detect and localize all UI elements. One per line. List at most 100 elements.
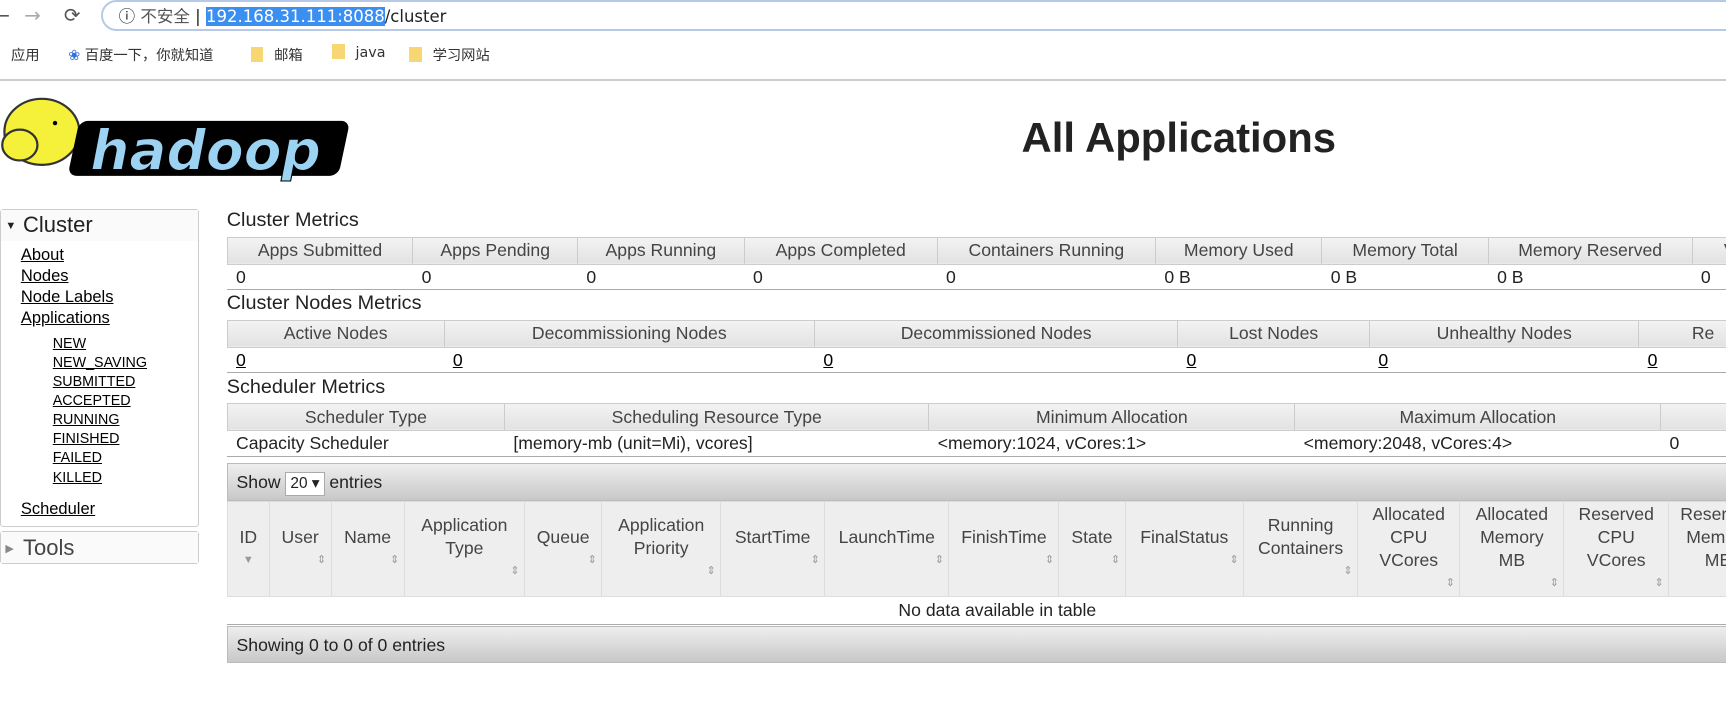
column-header: Apps Submitted [226, 236, 414, 265]
link-killed[interactable]: KILLED [1, 469, 198, 488]
sort-icon: ⇕ [1343, 565, 1353, 578]
scheduler-metrics-title: Scheduler Metrics [226, 375, 386, 398]
applications-table: ID ▼ User ⇕ Name ⇕ Application Type ⇕ Queue ⇕ Appl… [226, 500, 1726, 625]
column-header[interactable]: Allocated Memory MB ⇕ [1459, 500, 1565, 598]
column-header[interactable]: State ⇕ [1058, 500, 1126, 598]
table-length-bar: Show 20 ▾ entries [226, 463, 1726, 501]
link-new[interactable]: NEW [1, 335, 198, 354]
folder-icon [409, 46, 422, 63]
sort-icon: ⇕ [810, 553, 820, 566]
link-finished[interactable]: FINISHED [1, 430, 198, 449]
metric-value: 0 B [1488, 264, 1693, 291]
bookmark-study[interactable]: 学习网站 [409, 44, 490, 65]
column-header[interactable]: Application Priority ⇕ [601, 500, 722, 598]
column-header: Memory Total [1321, 236, 1489, 265]
metric-value: <memory:2048, vCores:4> [1294, 430, 1661, 457]
metric-value: 0 [744, 264, 938, 291]
cluster-header[interactable]: ▼ Cluster [1, 210, 199, 241]
column-header[interactable]: Reserved CPU VCores ⇕ [1563, 500, 1670, 598]
link-submitted[interactable]: SUBMITTED [1, 373, 198, 392]
column-header[interactable]: ID ▼ [226, 500, 270, 598]
metric-value: [memory-mb (unit=Mi), vcores] [504, 430, 929, 457]
link-scheduler[interactable]: Scheduler [1, 499, 198, 520]
metric-value[interactable]: 0 [227, 347, 445, 374]
link-new-saving[interactable]: NEW_SAVING [1, 354, 198, 373]
metric-value: 0 B [1155, 264, 1322, 291]
column-header[interactable]: LaunchTime ⇕ [824, 500, 950, 598]
paw-icon: ❀ [68, 48, 85, 65]
column-header: Containers Running [936, 236, 1157, 265]
sort-icon: ⇕ [1674, 572, 1726, 595]
column-header: Re [1638, 319, 1726, 349]
sort-icon: ⇕ [934, 553, 944, 566]
column-header: Unhealthy Nodes [1369, 319, 1640, 349]
bookmark-java[interactable]: java [332, 44, 386, 61]
link-node-labels[interactable]: Node Labels [1, 287, 198, 308]
column-header[interactable]: Running Containers ⇕ [1243, 500, 1359, 598]
link-about[interactable]: About [1, 245, 198, 266]
link-applications[interactable]: Applications [1, 308, 198, 329]
column-header[interactable]: Allocated CPU VCores ⇕ [1357, 500, 1461, 598]
browser-chrome: ← → ⟳ ⓘ 不安全 | 192.168.31.111:8088/cluste… [0, 0, 1726, 82]
scheduler-metrics-table: Scheduler Type Scheduling Resource Type Mi… [226, 402, 1726, 457]
column-header[interactable]: Reserved Memory MB⇕ [1668, 500, 1726, 598]
link-nodes[interactable]: Nodes [1, 266, 198, 287]
column-header: Minimum Allocation [928, 402, 1296, 432]
column-header: Decommissioning Nodes [443, 319, 816, 349]
column-header: Active Nodes [226, 319, 445, 349]
cluster-metrics-table: Apps Submitted Apps Pending Apps Running Ap… [226, 236, 1726, 291]
tools-panel: ▶ Tools [0, 531, 200, 564]
entries-select[interactable]: 20 ▾ [285, 472, 325, 497]
url-host: 192.168.31.111:8088 [205, 7, 385, 26]
metric-value: 0 [227, 264, 413, 291]
sort-icon: ⇕ [587, 553, 597, 566]
link-running[interactable]: RUNNING [1, 411, 198, 430]
metric-value[interactable]: 0 [814, 347, 1178, 374]
tools-header[interactable]: ▶ Tools [1, 532, 199, 563]
sort-icon: ⇕ [1229, 553, 1239, 566]
bookmark-mail[interactable]: 邮箱 [250, 44, 303, 65]
link-failed[interactable]: FAILED [1, 449, 198, 468]
metric-value[interactable]: 0 [444, 347, 815, 374]
back-button[interactable]: ← [0, 4, 10, 27]
metric-value[interactable]: 0 [1369, 347, 1639, 374]
insecure-label: 不安全 [140, 7, 190, 26]
address-bar[interactable]: ⓘ 不安全 | 192.168.31.111:8088/cluster [101, 0, 1726, 31]
metric-value: <memory:1024, vCores:1> [928, 430, 1295, 457]
cluster-metrics-title: Cluster Metrics [226, 209, 359, 232]
metric-value: 0 B [1321, 264, 1489, 291]
nodes-metrics-table: Active Nodes Decommissioning Nodes Decommi… [226, 319, 1726, 374]
link-accepted[interactable]: ACCEPTED [1, 392, 198, 411]
column-header[interactable]: StartTime ⇕ [720, 500, 826, 598]
column-header[interactable]: FinishTime ⇕ [948, 500, 1060, 598]
forward-button[interactable]: → [24, 4, 41, 27]
column-header: Maximum Allocation [1294, 402, 1662, 432]
column-header[interactable]: Queue ⇕ [524, 500, 603, 598]
metric-value: Capacity Scheduler [227, 430, 505, 457]
sort-icon: ⇕ [1445, 576, 1456, 589]
column-header[interactable]: Application Type ⇕ [403, 500, 526, 598]
metric-value[interactable]: 0 [1638, 347, 1726, 374]
sort-icon: ⇕ [1654, 576, 1664, 589]
sort-icon: ⇕ [510, 565, 520, 578]
metric-value: 0 [577, 264, 745, 291]
column-header: Memory Reserved [1487, 236, 1693, 265]
column-header: Lost Nodes [1177, 319, 1371, 349]
triangle-right-icon: ▶ [5, 543, 14, 556]
cluster-panel: ▼ Cluster About Nodes Node Labels Applica… [0, 209, 200, 528]
metric-value[interactable]: 0 [1177, 347, 1370, 374]
sort-icon: ⇕ [1549, 576, 1559, 589]
metric-value: 0 [1660, 430, 1726, 457]
column-header[interactable]: FinalStatus ⇕ [1124, 500, 1245, 598]
url-path: /cluster [384, 7, 447, 26]
reload-button[interactable]: ⟳ [64, 4, 81, 27]
column-header: Apps Pending [412, 236, 579, 265]
metric-value: 0 [1692, 264, 1726, 291]
bookmark-baidu[interactable]: ❀ 百度一下，你就知道 [68, 44, 213, 65]
column-header[interactable]: User ⇕ [268, 500, 332, 598]
info-icon[interactable]: ⓘ [119, 7, 136, 26]
column-header[interactable]: Name ⇕ [330, 500, 405, 598]
nodes-metrics-title: Cluster Nodes Metrics [226, 292, 422, 315]
sort-icon: ⇕ [706, 565, 716, 578]
bookmark-apps[interactable]: 应用 [11, 44, 40, 65]
